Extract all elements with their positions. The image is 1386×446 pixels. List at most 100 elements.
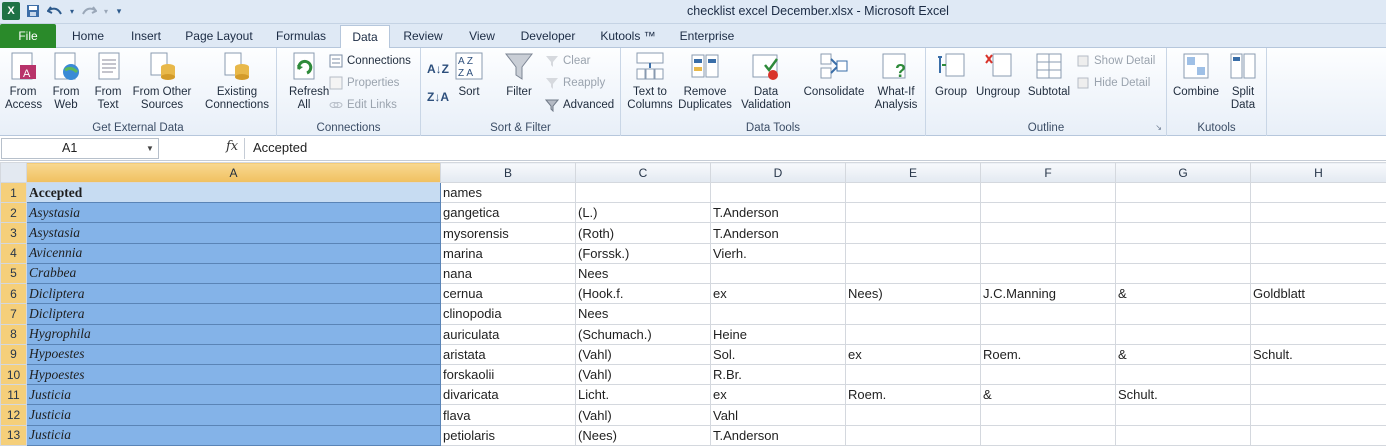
cell-e[interactable]: ex <box>845 343 981 365</box>
from-web-button[interactable]: From Web <box>46 51 86 112</box>
row-header[interactable]: 12 <box>0 404 27 426</box>
tab-formulas[interactable]: Formulas <box>270 24 332 48</box>
row-header[interactable]: 9 <box>0 343 27 365</box>
cell-g[interactable] <box>1115 404 1251 426</box>
cell-a[interactable]: Crabbea <box>26 262 441 285</box>
cell-e[interactable] <box>845 262 981 285</box>
row-header[interactable]: 1 <box>0 181 27 204</box>
cell-h[interactable] <box>1250 424 1386 446</box>
cell-g[interactable] <box>1115 303 1251 325</box>
cell-d[interactable] <box>710 181 846 204</box>
cell-a[interactable]: Asystasia <box>26 202 441 224</box>
formula-input[interactable]: Accepted <box>244 138 1386 159</box>
cell-g[interactable] <box>1115 363 1251 386</box>
cell-g[interactable] <box>1115 222 1251 244</box>
column-header-e[interactable]: E <box>845 162 981 183</box>
cell-f[interactable] <box>980 424 1116 446</box>
cell-f[interactable] <box>980 202 1116 224</box>
row-header[interactable]: 6 <box>0 283 27 305</box>
text-to-columns-button[interactable]: Text to Columns <box>627 51 673 112</box>
cell-d[interactable]: ex <box>710 384 846 406</box>
hide-detail-button[interactable]: Hide Detail <box>1076 74 1150 92</box>
cell-f[interactable] <box>980 181 1116 204</box>
cell-g[interactable]: & <box>1115 343 1251 365</box>
cell-f[interactable] <box>980 303 1116 325</box>
cell-b[interactable]: forskaolii <box>440 363 576 386</box>
cell-b[interactable]: flava <box>440 404 576 426</box>
tab-kutools[interactable]: Kutools ™ <box>596 24 660 48</box>
cell-e[interactable] <box>845 323 981 345</box>
clear-button[interactable]: Clear <box>545 52 590 70</box>
cell-h[interactable] <box>1250 363 1386 386</box>
insert-function-icon[interactable]: fx <box>226 139 238 154</box>
name-box-dropdown-icon[interactable]: ▼ <box>146 144 154 153</box>
cell-a[interactable]: Avicennia <box>26 242 441 264</box>
cell-g[interactable] <box>1115 323 1251 345</box>
cell-c[interactable]: (Vahl) <box>575 363 711 386</box>
cell-a[interactable]: Asystasia <box>26 222 441 244</box>
cell-c[interactable]: Nees <box>575 303 711 325</box>
cell-d[interactable]: T.Anderson <box>710 424 846 446</box>
cell-c[interactable]: (Hook.f. <box>575 283 711 305</box>
cell-e[interactable] <box>845 181 981 204</box>
cell-f[interactable] <box>980 222 1116 244</box>
cell-h[interactable]: Goldblatt <box>1250 283 1386 305</box>
what-if-analysis-button[interactable]: ? What-If Analysis <box>869 51 923 112</box>
cell-c[interactable]: Nees <box>575 262 711 285</box>
cell-e[interactable] <box>845 363 981 386</box>
properties-button[interactable]: Properties <box>329 74 399 92</box>
cell-h[interactable] <box>1250 404 1386 426</box>
cell-c[interactable]: (Forssk.) <box>575 242 711 264</box>
advanced-button[interactable]: Advanced <box>544 96 614 114</box>
cell-b[interactable]: marina <box>440 242 576 264</box>
cell-b[interactable]: aristata <box>440 343 576 365</box>
cell-a[interactable]: Hypoestes <box>26 343 441 365</box>
cell-f[interactable] <box>980 404 1116 426</box>
cell-b[interactable]: cernua <box>440 283 576 305</box>
cell-b[interactable]: nana <box>440 262 576 285</box>
cell-c[interactable]: (Vahl) <box>575 404 711 426</box>
cell-g[interactable]: Schult. <box>1115 384 1251 406</box>
sort-button[interactable]: A ZZ A Sort <box>451 51 487 99</box>
cell-g[interactable] <box>1115 242 1251 264</box>
cell-d[interactable]: T.Anderson <box>710 222 846 244</box>
cell-e[interactable]: Roem. <box>845 384 981 406</box>
cell-g[interactable] <box>1115 262 1251 285</box>
cell-d[interactable]: R.Br. <box>710 363 846 386</box>
tab-developer[interactable]: Developer <box>516 24 580 48</box>
ungroup-button[interactable]: Ungroup <box>974 51 1022 99</box>
split-data-button[interactable]: Split Data <box>1223 51 1263 112</box>
row-header[interactable]: 8 <box>0 323 27 345</box>
column-header-f[interactable]: F <box>980 162 1116 183</box>
from-other-sources-button[interactable]: From Other Sources <box>130 51 194 112</box>
cell-c[interactable]: (Schumach.) <box>575 323 711 345</box>
consolidate-button[interactable]: Consolidate <box>801 51 867 99</box>
cell-g[interactable] <box>1115 424 1251 446</box>
cell-b[interactable]: names <box>440 181 576 204</box>
group-button[interactable]: Group <box>932 51 970 99</box>
edit-links-button[interactable]: Edit Links <box>329 96 397 114</box>
cell-f[interactable] <box>980 262 1116 285</box>
tab-view[interactable]: View <box>462 24 502 48</box>
cell-a[interactable]: Dicliptera <box>26 283 441 305</box>
cell-f[interactable] <box>980 323 1116 345</box>
cell-c[interactable]: Licht. <box>575 384 711 406</box>
reapply-button[interactable]: Reapply <box>545 74 605 92</box>
tab-data[interactable]: Data <box>340 25 390 49</box>
cell-b[interactable]: petiolaris <box>440 424 576 446</box>
cell-a[interactable]: Accepted <box>26 181 441 204</box>
cell-h[interactable] <box>1250 222 1386 244</box>
cell-a[interactable]: Hypoestes <box>26 363 441 386</box>
cell-c[interactable]: (Roth) <box>575 222 711 244</box>
combine-button[interactable]: Combine <box>1171 51 1221 99</box>
cell-c[interactable]: (Vahl) <box>575 343 711 365</box>
cell-a[interactable]: Dicliptera <box>26 303 441 325</box>
show-detail-button[interactable]: Show Detail <box>1076 52 1155 70</box>
sort-a-to-z-button[interactable]: A↓Z <box>427 60 449 78</box>
cell-f[interactable]: & <box>980 384 1116 406</box>
cell-a[interactable]: Justicia <box>26 424 441 446</box>
cell-b[interactable]: gangetica <box>440 202 576 224</box>
cell-e[interactable] <box>845 424 981 446</box>
tab-page-layout[interactable]: Page Layout <box>182 24 256 48</box>
tab-file[interactable]: File <box>0 24 56 48</box>
